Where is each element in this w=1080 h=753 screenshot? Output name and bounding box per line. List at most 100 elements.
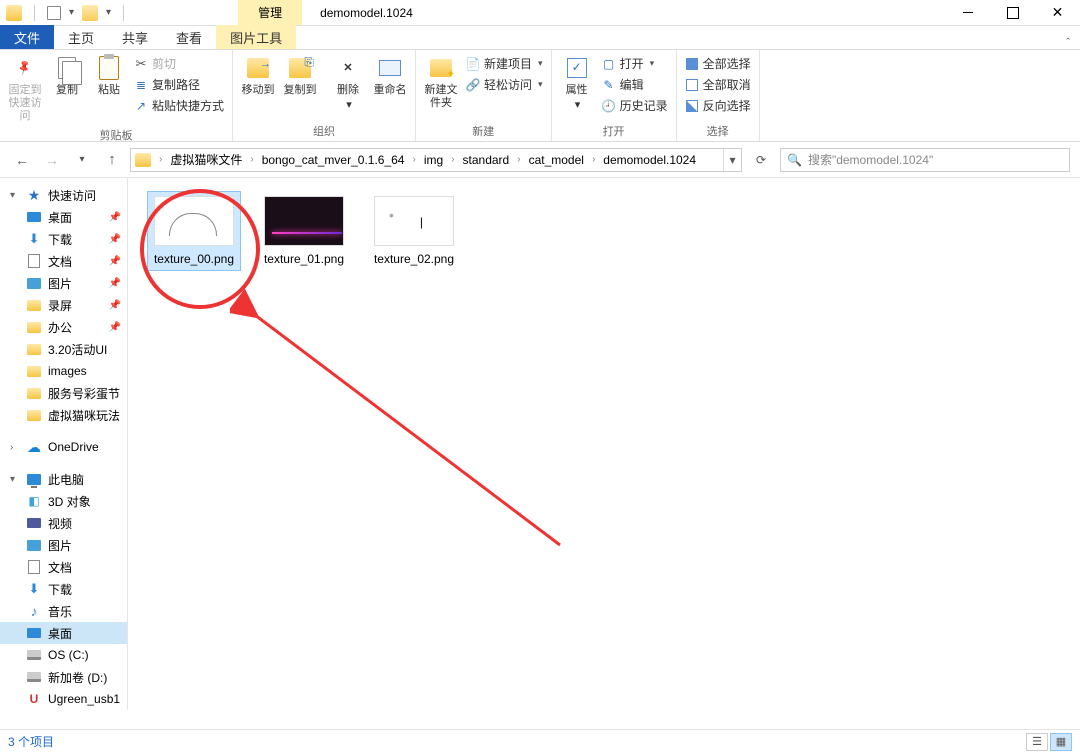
open-button[interactable]: ▢打开▾ <box>598 54 672 73</box>
nav-downloads[interactable]: ⬇下载📌 <box>0 228 127 250</box>
nav-music[interactable]: ♪音乐 <box>0 600 127 622</box>
search-icon: 🔍 <box>787 153 802 167</box>
tab-view[interactable]: 查看 <box>162 25 216 49</box>
breadcrumb-item[interactable]: standard <box>457 149 516 171</box>
edit-button[interactable]: ✎编辑 <box>598 75 672 94</box>
nav-downloads2[interactable]: ⬇下载 <box>0 578 127 600</box>
music-icon: ♪ <box>26 604 42 618</box>
nav-ugreen[interactable]: UUgreen_usb1 <box>0 688 127 710</box>
maximize-button[interactable] <box>990 0 1035 26</box>
copy-icon <box>58 57 76 79</box>
move-to-button[interactable]: 移动到 <box>237 52 279 99</box>
folder-icon <box>135 153 151 167</box>
status-bar: 3 个项目 ☰ ▦ <box>0 729 1080 753</box>
select-none-button[interactable]: 全部取消 <box>681 75 755 94</box>
view-icons-button[interactable]: ▦ <box>1050 733 1072 751</box>
folder-icon <box>27 388 41 399</box>
download-icon: ⬇ <box>26 582 42 596</box>
nav-folder-luping[interactable]: 录屏📌 <box>0 294 127 316</box>
nav-documents[interactable]: 文档📌 <box>0 250 127 272</box>
doc-icon[interactable] <box>47 6 61 20</box>
breadcrumb-item[interactable]: bongo_cat_mver_0.1.6_64 <box>256 149 411 171</box>
group-label: 选择 <box>681 121 755 141</box>
history-button[interactable]: 🕘历史记录 <box>598 96 672 115</box>
file-pane[interactable]: texture_00.png texture_01.png texture_02… <box>128 178 1080 729</box>
rename-button[interactable]: 重命名 <box>369 52 411 99</box>
tab-picture-tools[interactable]: 图片工具 <box>216 25 296 49</box>
address-dropdown[interactable]: ▾ <box>723 149 741 171</box>
breadcrumb-item[interactable]: cat_model <box>523 149 590 171</box>
tab-share[interactable]: 共享 <box>108 25 162 49</box>
nav-folder-bangong[interactable]: 办公📌 <box>0 316 127 338</box>
file-item[interactable]: texture_01.png <box>258 192 350 270</box>
scissors-icon: ✂ <box>134 57 148 71</box>
ribbon: 📌 固定到快速访问 复制 粘贴 ✂剪切 ≣复制路径 ↗粘贴快捷方式 剪贴板 移动… <box>0 50 1080 142</box>
breadcrumb-item[interactable]: demomodel.1024 <box>597 149 702 171</box>
view-details-button[interactable]: ☰ <box>1026 733 1048 751</box>
close-button[interactable]: ✕ <box>1035 0 1080 26</box>
up-button[interactable]: ↑ <box>100 148 124 172</box>
pin-to-quick-access-button[interactable]: 📌 固定到快速访问 <box>4 52 46 125</box>
nav-this-pc[interactable]: ▾此电脑 <box>0 468 127 490</box>
nav-folder-huodong[interactable]: 3.20活动UI <box>0 338 127 360</box>
nav-3d-objects[interactable]: ◧3D 对象 <box>0 490 127 512</box>
drive-icon <box>27 672 41 682</box>
cut-button[interactable]: ✂剪切 <box>130 54 228 73</box>
back-button[interactable]: ← <box>10 148 34 172</box>
nav-pictures[interactable]: 图片📌 <box>0 272 127 294</box>
breadcrumb-item[interactable]: img <box>418 149 449 171</box>
copy-button[interactable]: 复制 <box>46 52 88 99</box>
ribbon-tabs: 文件 主页 共享 查看 图片工具 ˆ <box>0 26 1080 50</box>
nav-desktop-selected[interactable]: 桌面 <box>0 622 127 644</box>
window-controls: ✕ <box>945 0 1080 26</box>
file-item[interactable]: texture_00.png <box>148 192 240 270</box>
navigation-pane[interactable]: ▾★快速访问 桌面📌 ⬇下载📌 文档📌 图片📌 录屏📌 办公📌 3.20活动UI… <box>0 178 128 710</box>
copy-to-icon <box>289 58 311 78</box>
new-item-button[interactable]: 📄新建项目▾ <box>462 54 547 73</box>
collapse-ribbon-icon[interactable]: ˆ <box>1066 37 1070 49</box>
select-all-button[interactable]: 全部选择 <box>681 54 755 73</box>
group-label: 组织 <box>237 121 411 141</box>
ribbon-group-new: 新建文件夹 📄新建项目▾ 🔗轻松访问▾ 新建 <box>416 50 552 141</box>
file-item[interactable]: texture_02.png <box>368 192 460 270</box>
nav-documents2[interactable]: 文档 <box>0 556 127 578</box>
folder-icon[interactable] <box>6 5 22 21</box>
nav-folder-xunimao[interactable]: 虚拟猫咪玩法 <box>0 404 127 426</box>
nav-desktop[interactable]: 桌面📌 <box>0 206 127 228</box>
chevron-down-icon[interactable]: ▾ <box>69 7 74 18</box>
desktop-icon <box>27 212 41 222</box>
file-name: texture_02.png <box>374 252 454 266</box>
tab-home[interactable]: 主页 <box>54 25 108 49</box>
properties-button[interactable]: 属性▾ <box>556 52 598 114</box>
invert-selection-button[interactable]: 反向选择 <box>681 96 755 115</box>
forward-button[interactable]: → <box>40 148 64 172</box>
usb-icon: U <box>26 692 42 706</box>
easy-access-button[interactable]: 🔗轻松访问▾ <box>462 75 547 94</box>
recent-dropdown[interactable]: ▾ <box>70 148 94 172</box>
nav-folder-fuwuhao[interactable]: 服务号彩蛋节 <box>0 382 127 404</box>
breadcrumb-item[interactable]: 虚拟猫咪文件 <box>164 149 248 171</box>
invert-selection-icon <box>686 100 698 112</box>
paste-button[interactable]: 粘贴 <box>88 52 130 99</box>
nav-folder-images[interactable]: images <box>0 360 127 382</box>
new-folder-button[interactable]: 新建文件夹 <box>420 52 462 112</box>
address-bar[interactable]: › 虚拟猫咪文件› bongo_cat_mver_0.1.6_64› img› … <box>130 148 742 172</box>
paste-shortcut-button[interactable]: ↗粘贴快捷方式 <box>130 96 228 115</box>
pin-icon: 📌 <box>109 212 121 223</box>
file-thumbnail <box>374 196 454 246</box>
search-input[interactable]: 🔍 搜索"demomodel.1024" <box>780 148 1070 172</box>
document-icon <box>28 254 40 268</box>
nav-drive-d[interactable]: 新加卷 (D:) <box>0 666 127 688</box>
nav-pictures2[interactable]: 图片 <box>0 534 127 556</box>
copy-to-button[interactable]: 复制到 <box>279 52 321 99</box>
delete-button[interactable]: ✕删除▾ <box>327 52 369 114</box>
nav-drive-c[interactable]: OS (C:) <box>0 644 127 666</box>
minimize-button[interactable] <box>945 0 990 26</box>
tab-file[interactable]: 文件 <box>0 25 54 49</box>
refresh-button[interactable]: ⟳ <box>748 148 774 172</box>
nav-video[interactable]: 视频 <box>0 512 127 534</box>
nav-onedrive[interactable]: ›☁OneDrive <box>0 436 127 458</box>
nav-quick-access[interactable]: ▾★快速访问 <box>0 184 127 206</box>
folder-icon[interactable] <box>82 5 98 21</box>
copy-path-button[interactable]: ≣复制路径 <box>130 75 228 94</box>
